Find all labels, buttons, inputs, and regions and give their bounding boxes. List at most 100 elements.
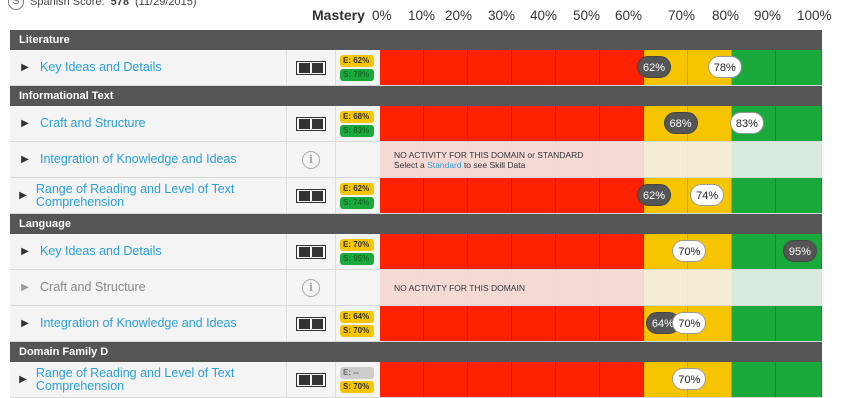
mastery-percent-marker: 70%	[672, 240, 707, 262]
detail-icon-cell	[286, 178, 336, 213]
mastery-bar-segment	[424, 234, 468, 269]
section-header: Informational Text	[10, 86, 822, 106]
score-badges: E: 68% S: 83%	[336, 106, 378, 141]
english-score-badge: E: 64%	[340, 310, 374, 323]
mastery-bar-segment	[380, 178, 424, 213]
score-badges: E: 62% S: 78%	[336, 50, 378, 85]
mastery-bar-segment	[380, 306, 424, 341]
skill-view-toggle-icon[interactable]	[296, 244, 326, 259]
expand-arrow-icon[interactable]: ▶	[10, 190, 36, 201]
standard-label-cell[interactable]: ▶ Integration of Knowledge and Ideas	[10, 142, 286, 177]
standard-link[interactable]: Key Ideas and Details	[40, 245, 162, 258]
info-icon[interactable]: i	[302, 150, 320, 169]
mastery-percent-marker: 83%	[729, 112, 764, 134]
spanish-score-badge: S: 95%	[340, 252, 374, 265]
toggle-bar-left	[299, 246, 310, 257]
spanish-score-badge: S: 70%	[340, 380, 374, 393]
mastery-bar-segment	[688, 142, 732, 177]
expand-arrow-icon[interactable]: ▶	[10, 118, 40, 129]
mastery-bar-segment	[468, 106, 512, 141]
mastery-bar-segment	[556, 178, 600, 213]
mastery-tick: 0%	[372, 8, 392, 23]
select-standard-link[interactable]: Standard	[427, 160, 462, 170]
mastery-bar-segment	[600, 306, 644, 341]
mastery-bar-segment	[776, 142, 822, 177]
mastery-bar-segment	[644, 142, 688, 177]
toggle-bar-left	[299, 118, 310, 129]
mastery-bar-segment	[776, 178, 822, 213]
skill-view-toggle-icon[interactable]	[296, 316, 326, 331]
mastery-tick: 60%	[615, 8, 643, 23]
mastery-tick: 50%	[573, 8, 601, 23]
expand-arrow-icon[interactable]: ▶	[10, 154, 40, 165]
expand-arrow-icon[interactable]: ▶	[10, 246, 40, 257]
standard-label-cell[interactable]: ▶ Range of Reading and Level of Text Comp…	[10, 178, 286, 213]
score-badges: E: 64% S: 70%	[336, 306, 378, 341]
standard-link[interactable]: Range of Reading and Level of Text Compr…	[36, 182, 286, 209]
detail-icon-cell	[286, 106, 336, 141]
section-header: Literature	[10, 30, 822, 50]
toggle-bar-right	[312, 246, 323, 257]
standard-link[interactable]: Integration of Knowledge and Ideas	[40, 317, 237, 330]
skill-view-toggle-icon[interactable]	[296, 60, 326, 75]
info-icon[interactable]: i	[302, 278, 320, 297]
standard-row: ▶ Craft and Structure E: 68% S: 83% 68% 83%	[10, 106, 822, 142]
mastery-tick: 70%	[668, 8, 696, 23]
detail-icon-cell	[286, 306, 336, 341]
toggle-bar-left	[299, 318, 310, 329]
mastery-bar-segment	[380, 50, 424, 85]
skill-view-toggle-icon[interactable]	[296, 116, 326, 131]
mastery-percent-marker: 62%	[637, 184, 672, 206]
standard-label-cell[interactable]: ▶ Key Ideas and Details	[10, 50, 286, 85]
mastery-bar-segment	[776, 106, 822, 141]
detail-icon-cell	[286, 234, 336, 269]
score-badges: E: 70% S: 95%	[336, 234, 378, 269]
mastery-percent-marker: 78%	[707, 56, 742, 78]
mastery-bar	[380, 306, 822, 341]
standard-row: ▶ Craft and Structure i NO ACTIVITY FOR THI…	[10, 270, 822, 306]
standard-label-cell[interactable]: ▶ Craft and Structure	[10, 270, 286, 305]
detail-icon-cell: i	[286, 270, 336, 305]
expand-arrow-icon[interactable]: ▶	[10, 282, 40, 293]
no-activity-line2: Select a Standard to see Skill Data	[394, 159, 526, 170]
mastery-tick: 30%	[488, 8, 516, 23]
standard-link[interactable]: Integration of Knowledge and Ideas	[40, 153, 237, 166]
mastery-bar-segment	[468, 234, 512, 269]
no-activity-line1: NO ACTIVITY FOR THIS DOMAIN or STANDARD	[394, 149, 584, 160]
score-badges: E: 62% S: 74%	[336, 178, 378, 213]
standard-label-cell[interactable]: ▶ Integration of Knowledge and Ideas	[10, 306, 286, 341]
standard-link[interactable]: Key Ideas and Details	[40, 61, 162, 74]
english-score-badge: E: 70%	[340, 238, 374, 251]
skill-view-toggle-icon[interactable]	[296, 188, 326, 203]
standard-link[interactable]: Craft and Structure	[40, 281, 146, 294]
standard-label-cell[interactable]: ▶ Key Ideas and Details	[10, 234, 286, 269]
mastery-bar-segment	[380, 234, 424, 269]
mastery-percent-marker: 95%	[782, 240, 817, 262]
mastery-bar-segment	[776, 306, 822, 341]
mastery-bar-segment	[732, 142, 776, 177]
mastery-bar-segment	[512, 306, 556, 341]
mastery-bar	[380, 50, 822, 85]
standard-link[interactable]: Craft and Structure	[40, 117, 146, 130]
spanish-score-badge: S: 74%	[340, 196, 374, 209]
toggle-bar-right	[312, 318, 323, 329]
english-score-badge: E: --	[340, 366, 374, 379]
mastery-bar-segment	[732, 234, 776, 269]
mastery-bar-segment	[776, 270, 822, 305]
expand-arrow-icon[interactable]: ▶	[10, 62, 40, 73]
spanish-score-badge: S: 83%	[340, 124, 374, 137]
toggle-bar-right	[312, 190, 323, 201]
mastery-bar-segment	[512, 234, 556, 269]
expand-arrow-icon[interactable]: ▶	[10, 318, 40, 329]
mastery-bar-segment	[424, 306, 468, 341]
mastery-bar-segment	[424, 178, 468, 213]
mastery-bar-segment	[512, 178, 556, 213]
mastery-title: Mastery	[312, 7, 365, 23]
section-header: Domain Family D	[10, 342, 822, 362]
mastery-bar	[380, 234, 822, 269]
standard-label-cell[interactable]: ▶ Craft and Structure	[10, 106, 286, 141]
mastery-bar-segment	[600, 142, 644, 177]
standard-row: ▶ Integration of Knowledge and Ideas E: 64…	[10, 306, 822, 342]
mastery-bar-segment	[556, 234, 600, 269]
mastery-bar-segment	[600, 234, 644, 269]
